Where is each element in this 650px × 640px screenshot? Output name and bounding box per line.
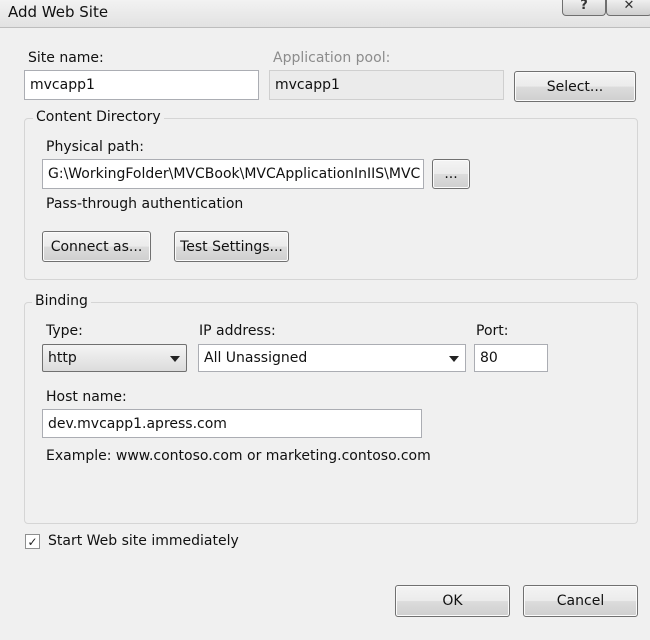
connect-as-button[interactable]: Connect as...	[42, 231, 151, 262]
dialog-body: Site name: mvcapp1 Application pool: mvc…	[0, 28, 650, 640]
site-name-input[interactable]: mvcapp1	[24, 70, 259, 100]
physical-path-label: Physical path:	[46, 139, 144, 155]
close-button[interactable]: ✕	[606, 0, 650, 16]
help-button[interactable]: ?	[562, 0, 606, 16]
ok-button-label: OK	[442, 593, 463, 609]
window-title: Add Web Site	[8, 3, 109, 21]
content-directory-title: Content Directory	[33, 109, 164, 125]
test-settings-button-label: Test Settings...	[180, 238, 283, 255]
port-input[interactable]: 80	[474, 344, 548, 372]
binding-type-value: http	[48, 350, 77, 366]
ip-address-select[interactable]: All Unassigned	[198, 344, 466, 372]
application-pool-field: mvcapp1	[269, 70, 504, 100]
browse-path-button[interactable]: ...	[432, 159, 470, 189]
select-pool-button-label: Select...	[546, 78, 604, 95]
start-immediately-checkbox[interactable]: ✓	[25, 534, 40, 549]
application-pool-label: Application pool:	[273, 50, 391, 66]
dropdown-arrow-icon	[170, 356, 180, 362]
dropdown-arrow-icon	[449, 356, 459, 362]
cancel-button-label: Cancel	[556, 593, 605, 609]
checkmark-icon: ✓	[27, 534, 38, 549]
host-name-input[interactable]: dev.mvcapp1.apress.com	[42, 409, 422, 438]
ellipsis-icon: ...	[444, 166, 458, 182]
site-name-label: Site name:	[28, 50, 104, 66]
binding-title: Binding	[32, 293, 91, 309]
port-label: Port:	[476, 323, 509, 339]
cancel-button[interactable]: Cancel	[523, 585, 638, 617]
select-pool-button[interactable]: Select...	[514, 71, 636, 102]
title-bar[interactable]: Add Web Site ? ✕	[0, 0, 650, 28]
help-icon: ?	[580, 0, 588, 13]
ip-address-value: All Unassigned	[204, 350, 308, 366]
host-name-label: Host name:	[46, 389, 127, 405]
binding-type-select[interactable]: http	[42, 344, 187, 372]
test-settings-button[interactable]: Test Settings...	[174, 231, 289, 262]
ok-button[interactable]: OK	[395, 585, 510, 617]
host-name-example: Example: www.contoso.com or marketing.co…	[46, 448, 431, 464]
close-icon: ✕	[623, 0, 635, 13]
start-immediately-label[interactable]: Start Web site immediately	[48, 533, 239, 549]
passthrough-auth-label: Pass-through authentication	[46, 196, 244, 212]
binding-type-label: Type:	[46, 323, 83, 339]
physical-path-input[interactable]: G:\WorkingFolder\MVCBook\MVCApplicationI…	[42, 159, 424, 189]
connect-as-button-label: Connect as...	[50, 238, 143, 255]
ip-address-label: IP address:	[199, 323, 276, 339]
